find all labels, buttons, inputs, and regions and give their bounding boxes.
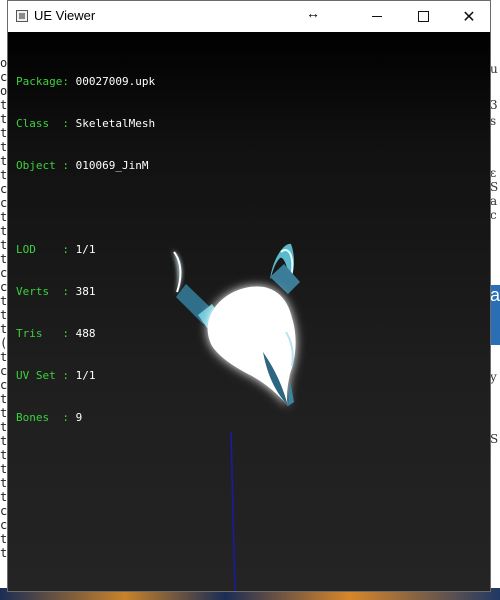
- background-fragment: a: [490, 285, 500, 305]
- background-fragment: y: [490, 370, 497, 384]
- background-fragment: S: [490, 432, 499, 446]
- close-button[interactable]: ✕: [446, 1, 492, 32]
- maximize-button[interactable]: [400, 1, 446, 32]
- background-blue-panel: a: [490, 285, 500, 345]
- minimize-button[interactable]: [354, 1, 400, 32]
- background-fragment: S: [490, 180, 499, 194]
- background-fragment: u: [490, 62, 498, 76]
- title-bar[interactable]: UE Viewer ↔ ✕: [8, 1, 490, 32]
- background-fragment: s: [490, 114, 497, 128]
- 3d-viewport[interactable]: Package: 00027009.upk Class : SkeletalMe…: [8, 32, 490, 591]
- axis-line: [230, 431, 236, 591]
- background-window-right: u 3 s ε S a c a y S: [490, 0, 500, 600]
- window-title: UE Viewer: [34, 8, 96, 23]
- ue-viewer-window: UE Viewer ↔ ✕ Package: 00027009.upk Clas…: [7, 0, 491, 592]
- skeletal-mesh-render: [173, 243, 300, 591]
- background-fragment: ε: [490, 166, 497, 180]
- background-fragment: c: [490, 208, 497, 222]
- mesh-right-arm: [270, 264, 300, 294]
- background-fragment: a: [490, 194, 498, 208]
- background-fragment: 3: [490, 98, 498, 112]
- resize-cursor-icon: ↔: [306, 5, 320, 21]
- mesh-body: [207, 286, 296, 406]
- app-icon: [16, 10, 28, 22]
- close-icon: ✕: [462, 7, 476, 26]
- minimize-icon: [372, 16, 382, 17]
- maximize-icon: [417, 11, 429, 22]
